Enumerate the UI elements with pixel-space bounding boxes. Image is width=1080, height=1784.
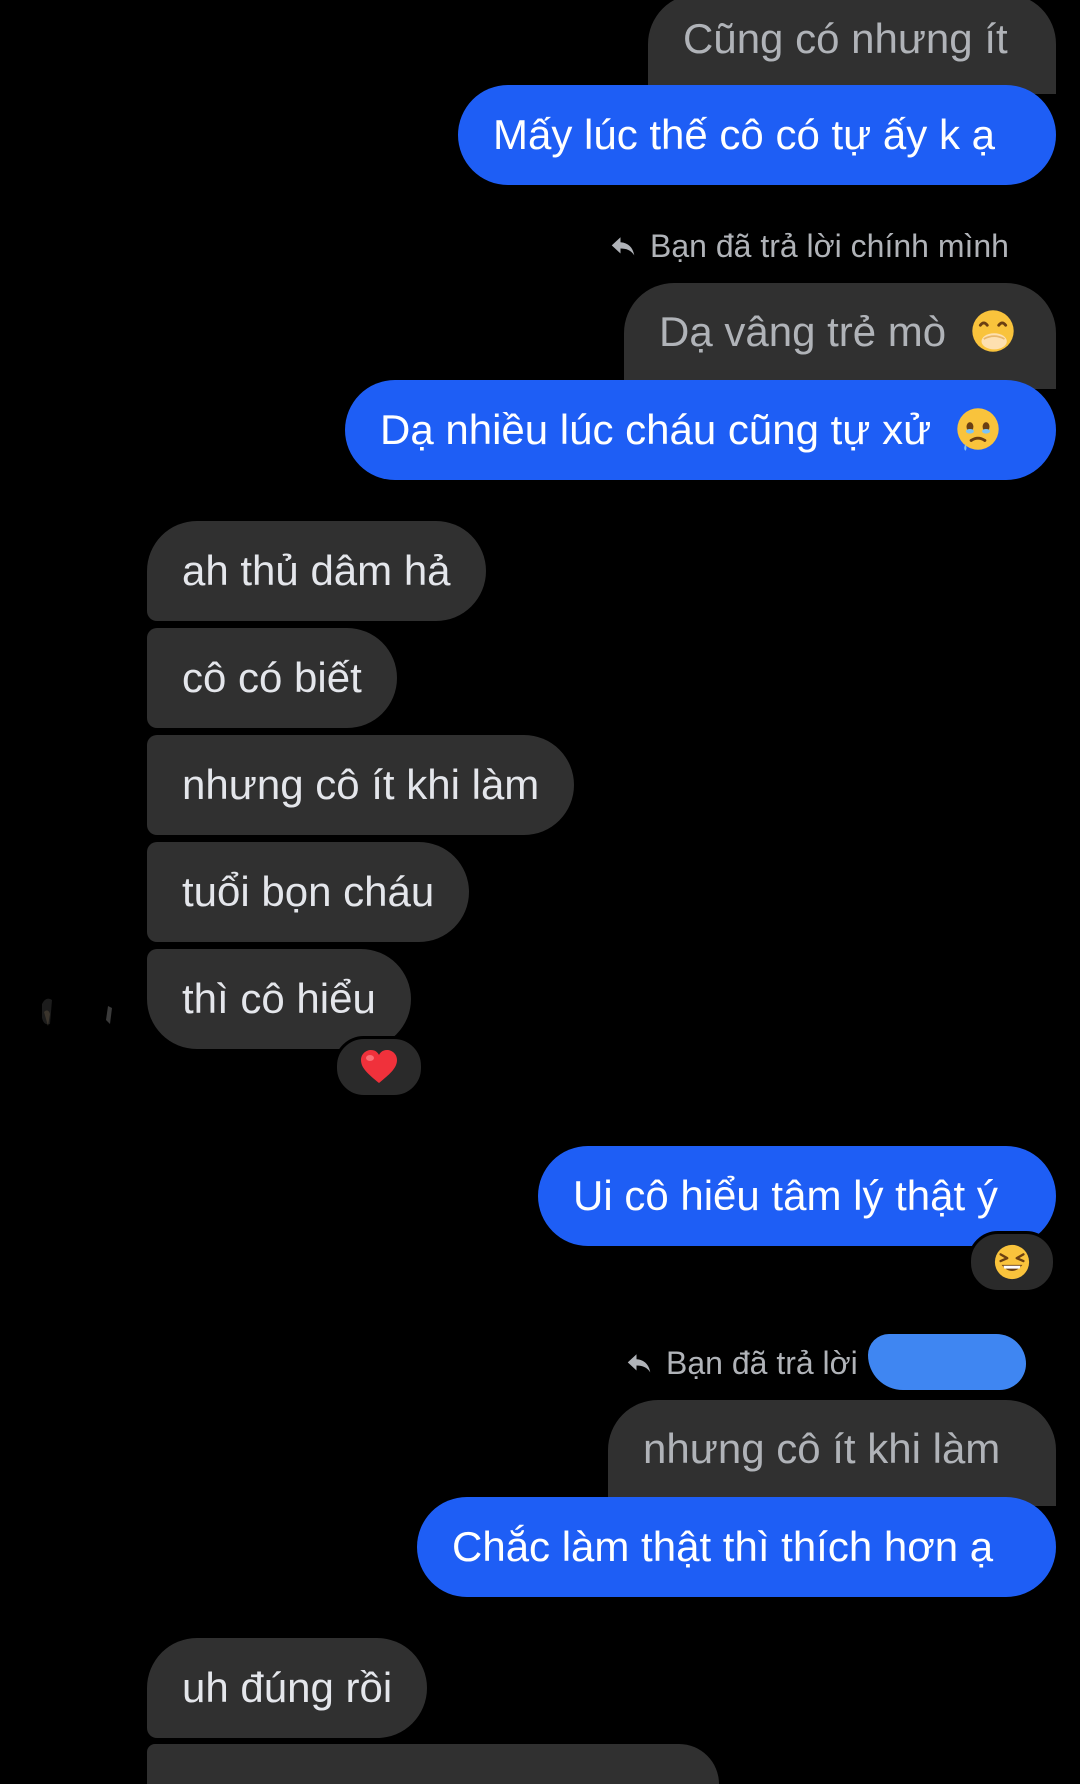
face-holding-back-tears-emoji: [957, 408, 999, 451]
outgoing-message[interactable]: Mấy lúc thế cô có tự ấy k ạ: [458, 85, 1056, 185]
message-text: Chắc làm thật thì thích hơn ạ: [452, 1523, 994, 1570]
outgoing-message[interactable]: Dạ nhiều lúc cháu cũng tự xử: [345, 380, 1056, 480]
quoted-message[interactable]: Dạ vâng trẻ mò: [624, 283, 1056, 389]
message-text: thì cô hiểu: [182, 975, 376, 1022]
quoted-message-text: Cũng có nhưng ít: [683, 15, 1008, 62]
message-text: tuổi bọn cháu: [182, 868, 435, 915]
incoming-message[interactable]: nhưng cô ít khi làm: [147, 735, 575, 835]
quoted-message[interactable]: nhưng cô ít khi làm: [608, 1400, 1056, 1506]
outgoing-message[interactable]: Chắc làm thật thì thích hơn ạ: [417, 1497, 1056, 1597]
quoted-message-text: Dạ vâng trẻ mò: [659, 308, 947, 355]
reply-arrow-icon: [627, 1354, 651, 1373]
quoted-message[interactable]: Cũng có nhưng ít: [648, 0, 1056, 94]
avatar-image: [30, 968, 120, 1058]
reply-indicator: Bạn đã trả lời chính mình: [608, 226, 1009, 266]
message-text: Dạ nhiều lúc cháu cũng tự xử: [380, 406, 932, 453]
message-reaction[interactable]: [968, 1231, 1056, 1293]
message-text: Ui cô hiểu tâm lý thật ý: [573, 1172, 998, 1219]
quoted-message-text: nhưng cô ít khi làm: [643, 1425, 1001, 1472]
incoming-message-partial[interactable]: [147, 1744, 719, 1784]
reply-indicator: Bạn đã trả lời: [624, 1343, 858, 1383]
redacted-name: [868, 1334, 1026, 1390]
incoming-message[interactable]: cô có biết: [147, 628, 397, 728]
message-text: uh đúng rồi: [182, 1664, 393, 1711]
heart-emoji: [361, 1050, 397, 1083]
face-with-hand-over-mouth-emoji: [972, 310, 1014, 352]
incoming-message[interactable]: ah thủ dâm hả: [147, 521, 486, 621]
reply-arrow-icon: [611, 237, 635, 256]
sender-avatar[interactable]: [30, 968, 120, 1058]
incoming-message[interactable]: uh đúng rồi: [147, 1638, 428, 1738]
outgoing-message[interactable]: Ui cô hiểu tâm lý thật ý: [538, 1146, 1056, 1246]
message-text: cô có biết: [182, 654, 362, 701]
message-text: Mấy lúc thế cô có tự ấy k ạ: [493, 111, 995, 158]
message-text: ah thủ dâm hả: [182, 547, 451, 594]
reply-indicator-text: Bạn đã trả lời: [666, 1345, 858, 1381]
grinning-squinting-face-emoji: [994, 1244, 1030, 1280]
incoming-message[interactable]: thì cô hiểu: [147, 949, 411, 1049]
message-reaction[interactable]: [334, 1036, 424, 1098]
message-text: nhưng cô ít khi làm: [182, 761, 540, 808]
reply-indicator-text: Bạn đã trả lời chính mình: [650, 228, 1009, 264]
incoming-message[interactable]: tuổi bọn cháu: [147, 842, 470, 942]
